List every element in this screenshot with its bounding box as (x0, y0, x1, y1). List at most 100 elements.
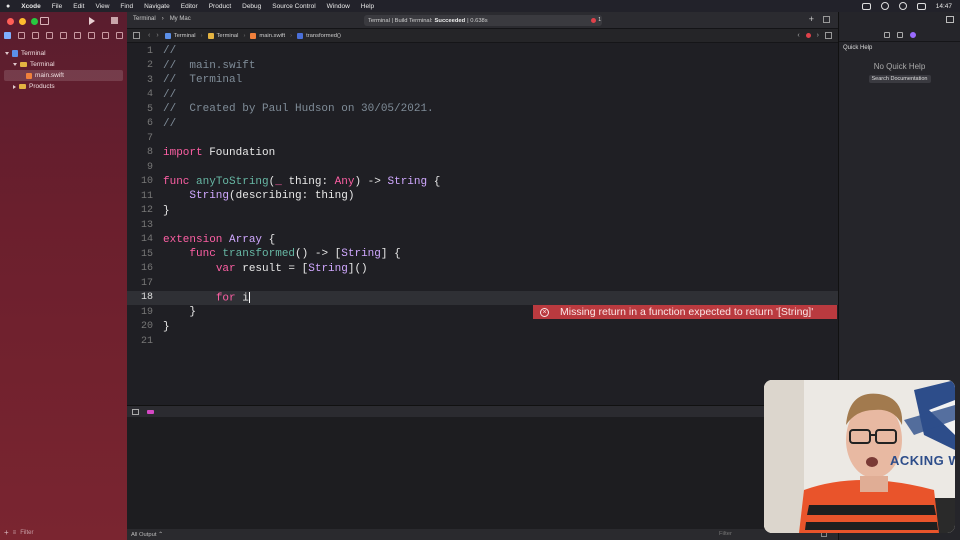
menu-source-control[interactable]: Source Control (272, 3, 315, 10)
code-text[interactable]: var result = [String]() (163, 263, 368, 275)
code-text[interactable]: // (163, 45, 176, 57)
code-line[interactable]: 16 var result = [String]() (127, 262, 838, 277)
code-text[interactable]: } (163, 306, 196, 318)
code-line[interactable]: 13 (127, 218, 838, 233)
code-text[interactable]: func anyToString(_ thing: Any) -> String… (163, 176, 440, 188)
code-text[interactable]: // Created by Paul Hudson on 30/05/2021. (163, 103, 434, 115)
code-text[interactable]: // (163, 118, 176, 130)
code-line[interactable]: 12} (127, 204, 838, 219)
menu-navigate[interactable]: Navigate (144, 3, 170, 10)
source-control-navigator-icon[interactable] (18, 32, 25, 39)
inspector-toggle-icon[interactable] (946, 16, 954, 23)
code-text[interactable]: for i (163, 291, 250, 304)
minimize-window-button[interactable] (19, 18, 26, 25)
code-text[interactable]: // main.swift (163, 60, 255, 72)
tree-item-products[interactable]: Products (0, 81, 127, 92)
report-navigator-icon[interactable] (116, 32, 123, 39)
search-documentation-button[interactable]: Search Documentation (868, 75, 931, 83)
menubar-clock[interactable]: 14:47 (936, 3, 952, 10)
debug-navigator-icon[interactable] (88, 32, 95, 39)
disclosure-open-icon[interactable] (5, 52, 9, 55)
tree-item-main-swift[interactable]: main.swift (4, 70, 123, 81)
screen-record-icon[interactable] (861, 2, 871, 10)
code-text[interactable]: } (163, 321, 170, 333)
add-library-button[interactable]: + (809, 14, 814, 24)
navigator-filter-input[interactable]: Filter (20, 530, 33, 536)
current-line[interactable]: 18 for i (127, 290, 838, 305)
symbol-navigator-icon[interactable] (32, 32, 39, 39)
hide-debug-area-icon[interactable] (132, 408, 139, 415)
breadcrumb-symbol[interactable]: transformed() (297, 32, 341, 39)
expand-icon[interactable] (823, 16, 830, 23)
test-navigator-icon[interactable] (74, 32, 81, 39)
code-text[interactable]: // (163, 89, 176, 101)
code-line[interactable]: 4 // (127, 88, 838, 103)
disclosure-closed-icon[interactable] (13, 84, 16, 89)
next-issue-icon[interactable]: › (817, 32, 819, 39)
apple-icon[interactable]: ● (6, 3, 10, 10)
code-line[interactable]: 5 // Created by Paul Hudson on 30/05/2021… (127, 102, 838, 117)
zoom-window-button[interactable] (31, 18, 38, 25)
code-line[interactable]: 7 (127, 131, 838, 146)
code-line[interactable]: 10 func anyToString(_ thing: Any) -> Stri… (127, 175, 838, 190)
menu-edit[interactable]: Edit (73, 3, 84, 10)
menu-editor[interactable]: Editor (181, 3, 198, 10)
stop-button[interactable] (111, 17, 118, 24)
code-line[interactable]: 20} (127, 320, 838, 335)
destination-name[interactable]: My Mac (170, 16, 191, 22)
menu-window[interactable]: Window (327, 3, 350, 10)
add-file-icon[interactable]: + (4, 528, 9, 537)
tree-item-project[interactable]: Terminal (0, 48, 127, 59)
file-inspector-icon[interactable] (884, 32, 890, 38)
error-count[interactable]: 1 (598, 17, 601, 23)
breakpoint-navigator-icon[interactable] (102, 32, 109, 39)
inline-error-banner[interactable]: × Missing return in a function expected … (533, 305, 837, 319)
output-selector[interactable]: All Output ⌃ (131, 532, 163, 538)
code-text[interactable]: // Terminal (163, 74, 242, 86)
code-line[interactable]: 11 String(describing: thing) (127, 189, 838, 204)
breakpoints-toggle-icon[interactable] (147, 409, 154, 414)
code-text[interactable]: String(describing: thing) (163, 190, 354, 202)
code-line[interactable]: 9 (127, 160, 838, 175)
adjust-editor-icon[interactable] (825, 32, 832, 39)
code-line[interactable]: 15 func transformed() -> [String] { (127, 247, 838, 262)
code-line[interactable]: 6 // (127, 117, 838, 132)
breadcrumb-file[interactable]: main.swift (250, 32, 285, 39)
folder-navigator-icon[interactable] (4, 32, 11, 39)
scheme-selector[interactable]: Terminal › My Mac (133, 16, 191, 22)
find-navigator-icon[interactable] (46, 32, 53, 39)
menu-xcode[interactable]: Xcode (21, 3, 41, 10)
code-line[interactable]: 2 // main.swift (127, 59, 838, 74)
quick-help-icon[interactable] (910, 32, 916, 38)
menu-file[interactable]: File (52, 3, 62, 10)
source-editor[interactable]: 1 // 2 // main.swift 3 // Terminal 4 // 5 // … (127, 43, 838, 405)
back-button[interactable]: ‹ (148, 32, 150, 39)
issue-icon[interactable] (805, 33, 811, 38)
breadcrumb-folder[interactable]: Terminal (207, 32, 238, 39)
scheme-name[interactable]: Terminal (133, 16, 156, 22)
code-text[interactable]: import Foundation (163, 147, 275, 159)
menu-view[interactable]: View (95, 3, 109, 10)
menu-help[interactable]: Help (361, 3, 374, 10)
error-badge-icon[interactable] (591, 18, 596, 23)
related-items-icon[interactable] (133, 32, 140, 39)
menu-product[interactable]: Product (209, 3, 231, 10)
battery-icon[interactable] (916, 2, 926, 10)
close-window-button[interactable] (7, 18, 14, 25)
issue-navigator-icon[interactable] (60, 32, 67, 39)
previous-issue-icon[interactable]: ‹ (797, 32, 799, 39)
tree-item-folder[interactable]: Terminal (0, 59, 127, 70)
code-text[interactable]: func transformed() -> [String] { (163, 248, 400, 260)
control-center-icon[interactable] (898, 2, 907, 10)
code-line[interactable]: 1 // (127, 44, 838, 59)
error-circle-icon[interactable]: × (540, 307, 549, 317)
menu-find[interactable]: Find (120, 3, 133, 10)
disclosure-open-icon[interactable] (13, 63, 17, 66)
run-button[interactable] (89, 17, 95, 25)
menu-debug[interactable]: Debug (242, 3, 261, 10)
sidebar-toggle-icon[interactable] (40, 17, 49, 25)
forward-button[interactable]: › (156, 32, 158, 39)
breadcrumb-project[interactable]: Terminal (164, 32, 196, 39)
console-filter-input[interactable]: Filter (719, 531, 732, 537)
console-area[interactable] (127, 417, 838, 529)
